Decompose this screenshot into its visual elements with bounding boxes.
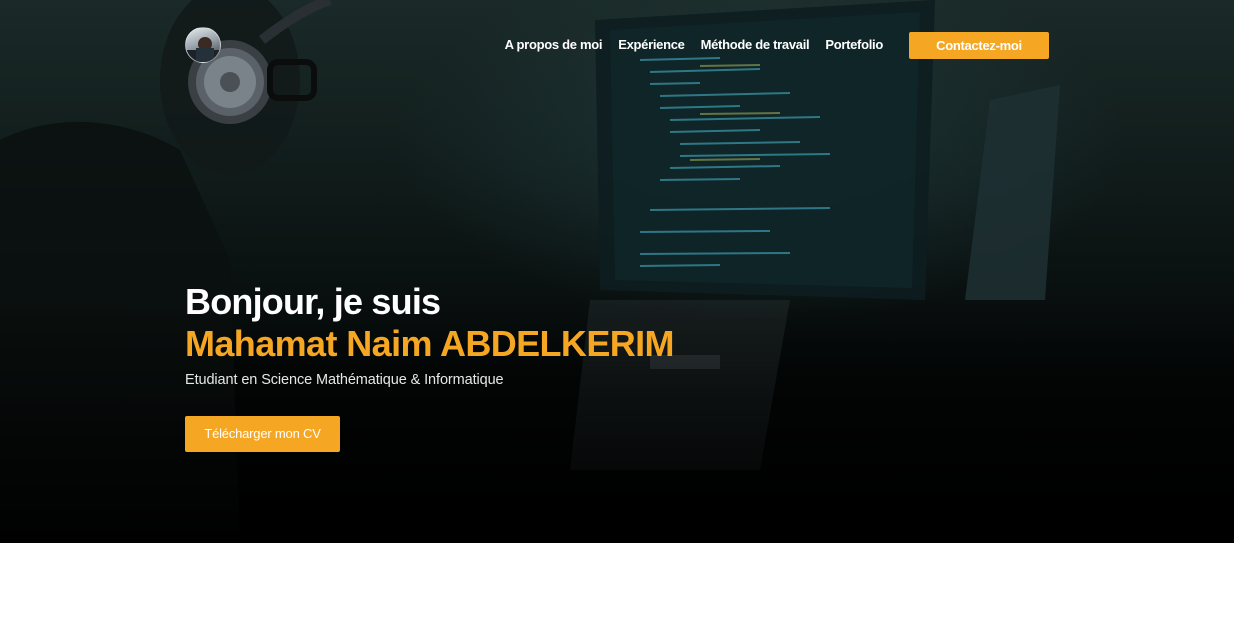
nav-link-experience[interactable]: Expérience — [618, 37, 685, 52]
nav-link-about[interactable]: A propos de moi — [505, 37, 603, 52]
profile-photo-icon — [186, 37, 220, 62]
top-navigation: A propos de moi Expérience Méthode de tr… — [185, 27, 1049, 63]
hero-background-image — [0, 0, 1234, 543]
download-cv-button[interactable]: Télécharger mon CV — [185, 416, 340, 452]
hero-section: A propos de moi Expérience Méthode de tr… — [0, 0, 1234, 543]
avatar[interactable] — [185, 27, 221, 63]
nav-links: A propos de moi Expérience Méthode de tr… — [505, 37, 884, 52]
nav-link-portfolio[interactable]: Portefolio — [825, 37, 883, 52]
hero-subtitle: Etudiant en Science Mathématique & Infor… — [185, 372, 504, 388]
nav-link-work-method[interactable]: Méthode de travail — [701, 37, 810, 52]
hero-name: Mahamat Naim ABDELKERIM — [185, 323, 675, 364]
hero-greeting: Bonjour, je suis — [185, 281, 441, 322]
contact-button[interactable]: Contactez-moi — [909, 32, 1049, 59]
hero-intro: Bonjour, je suis Mahamat Naim ABDELKERIM… — [185, 281, 675, 389]
